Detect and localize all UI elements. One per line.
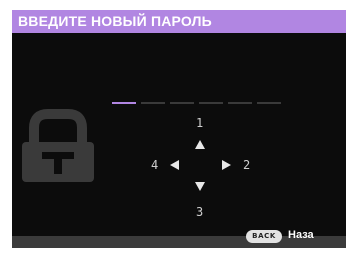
password-slot-4 bbox=[199, 102, 223, 104]
title-bar: ВВЕДИТЕ НОВЫЙ ПАРОЛЬ bbox=[12, 10, 346, 33]
arrow-right-icon[interactable] bbox=[222, 160, 231, 170]
password-slot-3 bbox=[170, 102, 194, 104]
keypad-down-digit: 3 bbox=[196, 205, 204, 219]
keypad-up-digit: 1 bbox=[196, 116, 204, 130]
arrow-left-icon[interactable] bbox=[170, 160, 179, 170]
screen: ВВЕДИТЕ НОВЫЙ ПАРОЛЬ 1 4 2 3 BACK Наза bbox=[0, 0, 356, 258]
lock-icon bbox=[22, 109, 94, 182]
keypad-right-digit: 2 bbox=[243, 158, 251, 172]
password-slot-5 bbox=[228, 102, 252, 104]
arrow-down-icon[interactable] bbox=[195, 182, 205, 191]
password-slot-2 bbox=[141, 102, 165, 104]
keypad-left-digit: 4 bbox=[151, 158, 159, 172]
password-slot-6 bbox=[257, 102, 281, 104]
back-key-icon[interactable]: BACK bbox=[246, 230, 282, 243]
password-slot-1 bbox=[112, 102, 136, 104]
dialog-title: ВВЕДИТЕ НОВЫЙ ПАРОЛЬ bbox=[18, 13, 212, 29]
back-label[interactable]: Наза bbox=[288, 229, 314, 241]
password-dialog: ВВЕДИТЕ НОВЫЙ ПАРОЛЬ 1 4 2 3 bbox=[12, 10, 346, 248]
arrow-up-icon[interactable] bbox=[195, 140, 205, 149]
